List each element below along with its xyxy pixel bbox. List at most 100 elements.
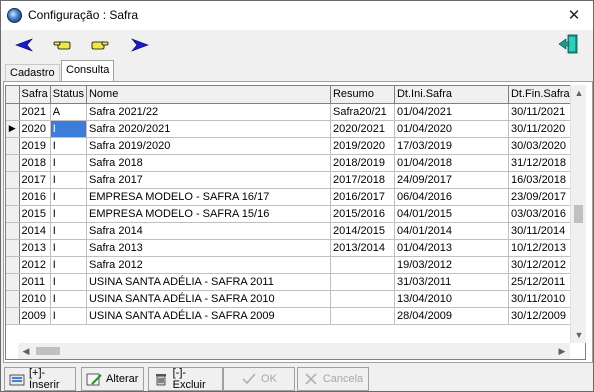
column-header-resumo[interactable]: Resumo	[330, 86, 395, 104]
horizontal-scrollbar[interactable]: ◀ ▶	[18, 343, 570, 359]
row-indicator[interactable]: ▶	[6, 120, 20, 138]
row-indicator[interactable]	[6, 154, 20, 172]
cell-dt-fin-safra[interactable]: 25/12/2011	[508, 273, 575, 291]
cell-dt-fin-safra[interactable]: 23/09/2017	[508, 188, 575, 206]
table-row[interactable]: 2019 I Safra 2019/2020 2019/2020 17/03/2019 3…	[6, 137, 575, 155]
cell-dt-ini-safra[interactable]: 17/03/2019	[394, 137, 509, 155]
row-indicator[interactable]	[6, 137, 20, 155]
scroll-up-icon[interactable]: ▲	[571, 85, 587, 101]
cell-resumo[interactable]: 2016/2017	[330, 188, 395, 206]
cell-status[interactable]: I	[50, 307, 87, 325]
cell-resumo[interactable]: 2013/2014	[330, 239, 395, 257]
column-header-nome[interactable]: Nome	[86, 86, 331, 104]
cell-safra[interactable]: 2018	[19, 154, 51, 172]
cell-dt-fin-safra[interactable]: 31/12/2018	[508, 154, 575, 172]
scroll-down-icon[interactable]: ▼	[571, 327, 587, 343]
cell-dt-ini-safra[interactable]: 04/01/2014	[394, 222, 509, 240]
cell-dt-ini-safra[interactable]: 01/04/2021	[394, 103, 509, 121]
close-button[interactable]: ✕	[561, 5, 587, 25]
delete-button[interactable]: [-]-Excluir	[148, 367, 223, 391]
cell-resumo[interactable]	[330, 273, 395, 291]
column-header-dt-fin-safra[interactable]: Dt.Fin.Safra	[508, 86, 575, 104]
table-row[interactable]: 2014 I Safra 2014 2014/2015 04/01/2014 30/11/…	[6, 222, 575, 240]
cell-dt-fin-safra[interactable]: 10/12/2013	[508, 239, 575, 257]
cell-resumo[interactable]: 2017/2018	[330, 171, 395, 189]
cell-dt-ini-safra[interactable]: 31/03/2011	[394, 273, 509, 291]
cell-safra[interactable]: 2017	[19, 171, 51, 189]
first-record-button[interactable]	[51, 35, 73, 55]
cell-safra[interactable]: 2009	[19, 307, 51, 325]
row-indicator[interactable]	[6, 222, 20, 240]
cell-dt-ini-safra[interactable]: 24/09/2017	[394, 171, 509, 189]
cell-safra[interactable]: 2012	[19, 256, 51, 274]
cell-dt-ini-safra[interactable]: 19/03/2012	[394, 256, 509, 274]
row-indicator[interactable]	[6, 171, 20, 189]
row-indicator[interactable]	[6, 205, 20, 223]
cell-status[interactable]: I	[50, 171, 87, 189]
table-row[interactable]: 2017 I Safra 2017 2017/2018 24/09/2017 16/03/…	[6, 171, 575, 189]
table-row[interactable]: 2010 I USINA SANTA ADÉLIA - SAFRA 2010 13/0…	[6, 290, 575, 308]
cell-dt-ini-safra[interactable]: 01/04/2018	[394, 154, 509, 172]
cell-status[interactable]: A	[50, 103, 87, 121]
cell-dt-fin-safra[interactable]: 30/11/2014	[508, 222, 575, 240]
row-indicator[interactable]	[6, 188, 20, 206]
cell-safra[interactable]: 2014	[19, 222, 51, 240]
cell-nome[interactable]: Safra 2017	[86, 171, 331, 189]
cell-dt-ini-safra[interactable]: 04/01/2015	[394, 205, 509, 223]
cell-nome[interactable]: EMPRESA MODELO - SAFRA 15/16	[86, 205, 331, 223]
cell-nome[interactable]: Safra 2012	[86, 256, 331, 274]
table-row[interactable]: 2012 I Safra 2012 19/03/2012 30/12/2012	[6, 256, 575, 274]
cell-safra[interactable]: 2010	[19, 290, 51, 308]
vertical-scrollbar[interactable]: ▲ ▼	[570, 85, 586, 343]
insert-button[interactable]: [+]-Inserir	[4, 367, 76, 391]
cell-dt-ini-safra[interactable]: 06/04/2016	[394, 188, 509, 206]
cell-resumo[interactable]	[330, 290, 395, 308]
tab-cadastro[interactable]: Cadastro	[5, 64, 60, 82]
table-row[interactable]: 2015 I EMPRESA MODELO - SAFRA 15/16 2015/20…	[6, 205, 575, 223]
cell-status[interactable]: I	[50, 222, 87, 240]
cell-nome[interactable]: Safra 2020/2021	[86, 120, 331, 138]
cell-status[interactable]: I	[50, 120, 87, 138]
ok-button[interactable]: OK	[223, 367, 295, 391]
cell-dt-fin-safra[interactable]: 30/12/2012	[508, 256, 575, 274]
table-row[interactable]: 2009 I USINA SANTA ADÉLIA - SAFRA 2009 28/0…	[6, 307, 575, 325]
cell-dt-fin-safra[interactable]: 30/12/2009	[508, 307, 575, 325]
table-row[interactable]: 2018 I Safra 2018 2018/2019 01/04/2018 31/12/…	[6, 154, 575, 172]
cell-resumo[interactable]: 2020/2021	[330, 120, 395, 138]
cell-dt-ini-safra[interactable]: 01/04/2013	[394, 239, 509, 257]
next-record-button[interactable]	[129, 35, 151, 55]
column-header-status[interactable]: Status	[50, 86, 87, 104]
cell-resumo[interactable]: 2019/2020	[330, 137, 395, 155]
table-row[interactable]: 2016 I EMPRESA MODELO - SAFRA 16/17 2016/20…	[6, 188, 575, 206]
cell-resumo[interactable]: Safra20/21	[330, 103, 395, 121]
cell-status[interactable]: I	[50, 239, 87, 257]
cell-resumo[interactable]: 2014/2015	[330, 222, 395, 240]
scroll-left-icon[interactable]: ◀	[18, 343, 34, 359]
cell-safra[interactable]: 2013	[19, 239, 51, 257]
table-row[interactable]: 2021 A Safra 2021/22 Safra20/21 01/04/2021 30…	[6, 103, 575, 121]
cell-safra[interactable]: 2016	[19, 188, 51, 206]
cell-dt-ini-safra[interactable]: 13/04/2010	[394, 290, 509, 308]
cell-dt-fin-safra[interactable]: 30/11/2020	[508, 120, 575, 138]
cell-safra[interactable]: 2015	[19, 205, 51, 223]
exit-button[interactable]	[557, 32, 579, 56]
row-indicator[interactable]	[6, 256, 20, 274]
cell-nome[interactable]: Safra 2021/22	[86, 103, 331, 121]
cell-dt-fin-safra[interactable]: 16/03/2018	[508, 171, 575, 189]
row-indicator[interactable]	[6, 307, 20, 325]
safra-grid[interactable]: Safra Status Nome Resumo Dt.Ini.Safra Dt…	[5, 85, 586, 360]
cell-resumo[interactable]: 2015/2016	[330, 205, 395, 223]
horizontal-scroll-thumb[interactable]	[36, 347, 60, 355]
cell-dt-fin-safra[interactable]: 30/11/2010	[508, 290, 575, 308]
cell-nome[interactable]: USINA SANTA ADÉLIA - SAFRA 2010	[86, 290, 331, 308]
cell-safra[interactable]: 2019	[19, 137, 51, 155]
cell-dt-fin-safra[interactable]: 30/03/2020	[508, 137, 575, 155]
row-indicator[interactable]	[6, 290, 20, 308]
cell-status[interactable]: I	[50, 256, 87, 274]
cell-status[interactable]: I	[50, 188, 87, 206]
tab-consulta[interactable]: Consulta	[61, 60, 115, 82]
edit-button[interactable]: Alterar	[81, 367, 144, 391]
cell-dt-fin-safra[interactable]: 30/11/2021	[508, 103, 575, 121]
cell-dt-ini-safra[interactable]: 28/04/2009	[394, 307, 509, 325]
cell-nome[interactable]: EMPRESA MODELO - SAFRA 16/17	[86, 188, 331, 206]
